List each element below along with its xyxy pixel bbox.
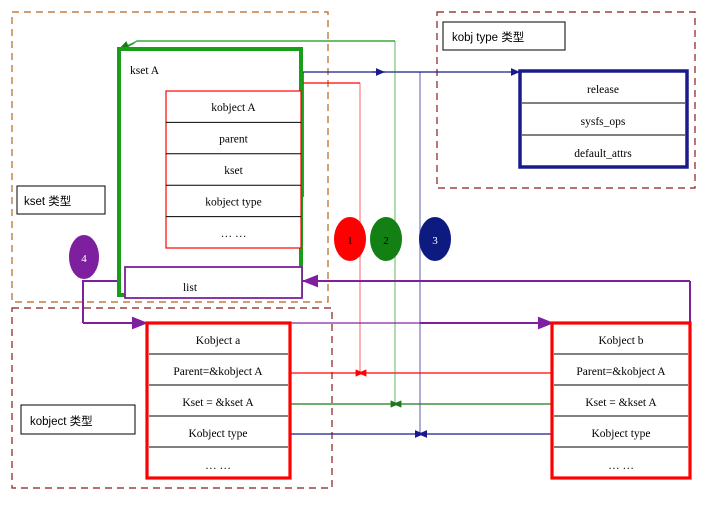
kobj-type-table[interactable]: release sysfs_ops default_attrs	[518, 69, 689, 169]
marker-1[interactable]: 1	[334, 217, 366, 261]
kobject-a-table[interactable]: kobject A parent kset kobject type … …	[165, 90, 302, 249]
kobject-b-row-1: Parent=&kobject A	[576, 366, 666, 378]
diagram-svg: kset A kobject A parent kset kobject typ…	[11, 11, 696, 489]
kset-a-list-cell[interactable]: list	[124, 266, 303, 299]
kobject-b-row-2: Kset = &kset A	[585, 397, 657, 409]
marker-4[interactable]: 4	[69, 235, 99, 279]
legend-kobject: kobject 类型	[20, 404, 136, 435]
marker-2[interactable]: 2	[370, 217, 402, 261]
marker-2-label: 2	[383, 235, 389, 247]
kobj-type-row-0: release	[587, 84, 619, 96]
legend-kobject-label: kobject 类型	[30, 414, 93, 428]
kobject-b-row-0: Kobject b	[598, 335, 643, 347]
kobject-a-lower-row-1: Parent=&kobject A	[173, 366, 263, 378]
marker-3[interactable]: 3	[419, 217, 451, 261]
kobject-a-lower-row-4: … …	[205, 460, 231, 472]
kobject-a-row-4: … …	[221, 228, 247, 240]
kobject-b-row-4: … …	[608, 460, 634, 472]
list-cell-frame	[124, 266, 303, 299]
legend-kset-label: kset 类型	[24, 194, 71, 208]
kobject-a-row-3: kobject type	[205, 196, 262, 208]
kobject-a-lower-row-2: Kset = &kset A	[182, 397, 254, 409]
list-cell-label: list	[183, 282, 198, 294]
marker-3-label: 3	[432, 235, 438, 247]
kset-a-title: kset A	[130, 65, 160, 77]
kobject-a-lower-table[interactable]: Kobject a Parent=&kobject A Kset = &kset…	[145, 321, 292, 480]
legend-kset: kset 类型	[16, 185, 106, 215]
kobj-type-row-1: sysfs_ops	[581, 116, 626, 128]
kobject-a-row-0: kobject A	[211, 102, 256, 114]
legend-kobjtype: kobj type 类型	[442, 21, 566, 51]
kobject-a-row-1: parent	[219, 134, 249, 146]
marker-1-label: 1	[347, 235, 353, 247]
kobject-a-lower-row-0: Kobject a	[196, 335, 240, 347]
kobject-a-lower-row-3: Kobject type	[188, 428, 247, 440]
kobject-b-table[interactable]: Kobject b Parent=&kobject A Kset = &kset…	[550, 321, 692, 480]
kobj-type-row-2: default_attrs	[574, 148, 632, 160]
arrow-3-path-upper	[302, 68, 520, 197]
marker-4-label: 4	[81, 253, 87, 265]
legend-kobjtype-label: kobj type 类型	[452, 30, 524, 44]
kobject-a-row-2: kset	[224, 165, 243, 177]
kobject-b-row-3: Kobject type	[591, 428, 650, 440]
diagram-canvas: kset A kobject A parent kset kobject typ…	[0, 0, 709, 511]
